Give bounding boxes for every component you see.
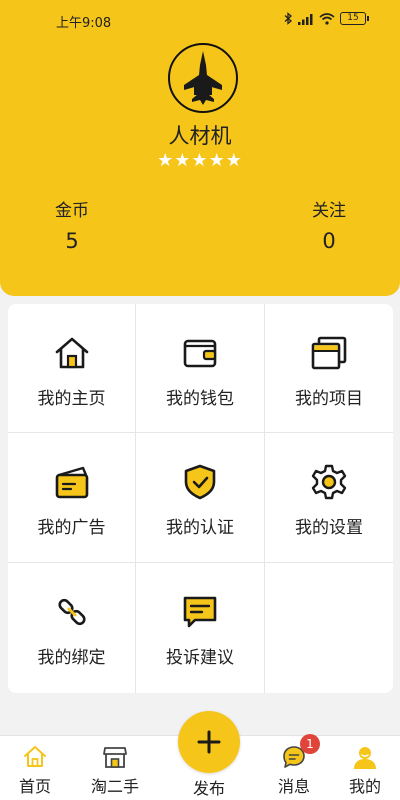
menu-item-label: 我的钱包 — [166, 389, 234, 409]
plus-icon — [197, 730, 221, 754]
jet-fighter-icon — [184, 51, 222, 105]
tab-label: 消息 — [277, 777, 310, 796]
menu-item-ads[interactable]: 我的广告 — [8, 433, 136, 563]
menu-item-feedback[interactable]: 投诉建议 — [136, 563, 265, 693]
feedback-icon — [183, 596, 217, 628]
publish-label: 发布 — [192, 779, 225, 798]
message-count-badge: 1 — [300, 734, 320, 754]
status-icons: 15 — [284, 12, 369, 25]
signal-icon — [298, 13, 313, 25]
menu-item-settings[interactable]: 我的设置 — [265, 433, 393, 563]
menu-item-label: 我的设置 — [295, 518, 363, 538]
shield-check-icon — [184, 464, 216, 500]
coins-stat[interactable]: 金币 5 — [32, 196, 112, 253]
menu-item-label: 投诉建议 — [166, 648, 234, 668]
menu-item-label: 我的广告 — [37, 518, 106, 538]
menu-item-label: 我的认证 — [166, 518, 234, 538]
avatar[interactable] — [168, 43, 238, 113]
menu-item-label: 我的项目 — [295, 389, 363, 409]
menu-empty-cell — [265, 563, 393, 693]
status-time: 上午9:08 — [56, 16, 112, 31]
menu-item-verification[interactable]: 我的认证 — [136, 433, 265, 563]
menu-item-homepage[interactable]: 我的主页 — [8, 304, 136, 433]
menu-item-binding[interactable]: 我的绑定 — [8, 563, 136, 693]
following-value: 0 — [322, 229, 336, 253]
tab-home[interactable]: 首页 — [0, 736, 70, 800]
tab-label: 淘二手 — [90, 777, 139, 796]
battery-indicator: 15 — [340, 12, 369, 25]
tab-second-hand[interactable]: 淘二手 — [80, 736, 150, 800]
profile-header: 上午9:08 15 人材机 ★★★★★ 金币 5 关注 0 — [0, 0, 400, 296]
user-icon — [354, 747, 376, 769]
ad-card-icon — [55, 466, 88, 499]
link-icon — [57, 598, 86, 626]
coins-value: 5 — [65, 229, 79, 253]
gear-icon — [311, 464, 347, 500]
wallet-icon — [183, 339, 217, 368]
following-label: 关注 — [312, 201, 346, 221]
tab-mine[interactable]: 我的 — [330, 736, 400, 800]
projects-icon — [311, 336, 347, 370]
rating-stars: ★★★★★ — [157, 150, 243, 171]
menu-item-projects[interactable]: 我的项目 — [265, 304, 393, 433]
following-stat[interactable]: 关注 0 — [289, 196, 369, 253]
publish-button[interactable] — [178, 711, 240, 773]
username: 人材机 — [168, 124, 232, 148]
coins-label: 金币 — [55, 201, 89, 221]
tab-label: 我的 — [348, 777, 381, 796]
wifi-icon — [319, 12, 335, 25]
store-icon — [103, 747, 127, 768]
menu-item-wallet[interactable]: 我的钱包 — [136, 304, 265, 433]
status-bar: 上午9:08 15 — [0, 0, 400, 40]
bluetooth-icon — [284, 12, 292, 25]
home-icon — [24, 746, 46, 767]
menu-item-label: 我的主页 — [37, 389, 106, 409]
menu-grid: 我的主页 我的钱包 我的项目 我的广告 我的认证 我的设置 我的绑定 投诉建议 — [8, 304, 393, 693]
home-icon — [55, 337, 88, 369]
menu-item-label: 我的绑定 — [37, 648, 106, 668]
tab-label: 首页 — [18, 777, 51, 796]
